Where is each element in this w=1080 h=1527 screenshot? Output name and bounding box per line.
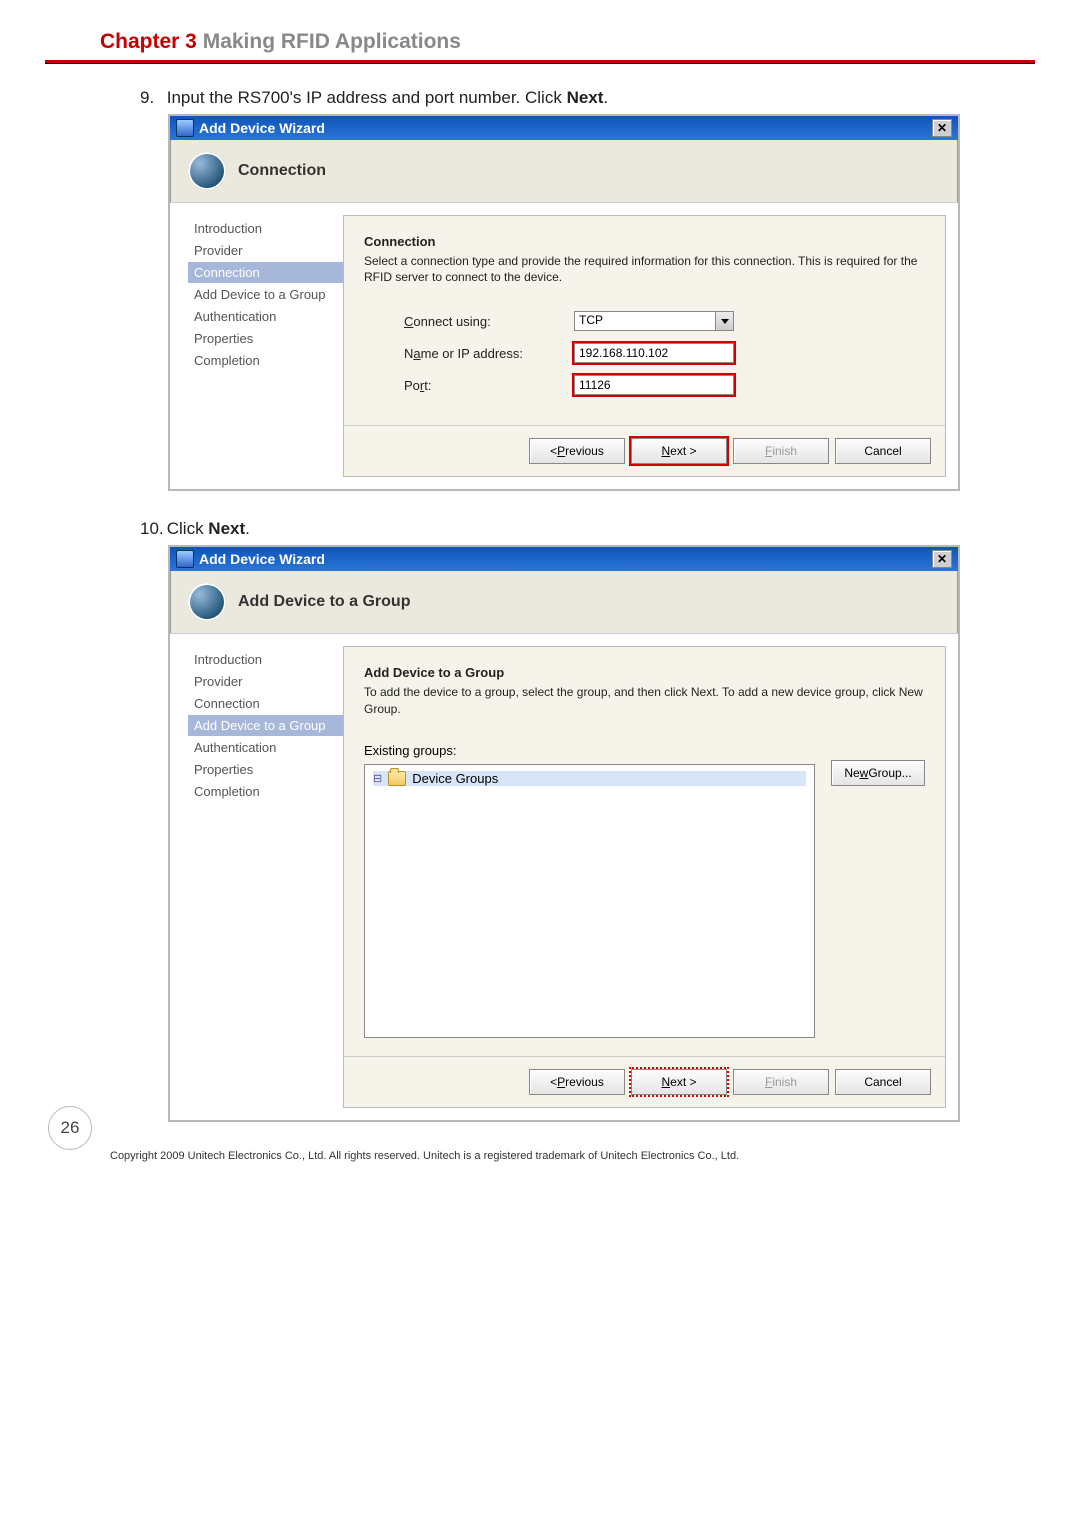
page-number: 26 xyxy=(48,1106,92,1150)
wizard-title: Add Device Wizard xyxy=(199,120,325,136)
step-10-text: 10. Click Next. xyxy=(140,519,1035,539)
finish-button: FinishFinish xyxy=(733,438,829,464)
existing-groups-tree[interactable]: ⊟ Device Groups xyxy=(364,764,815,1038)
step-10-text-a: Click xyxy=(167,519,209,538)
label-port: Port:Port: xyxy=(404,378,574,393)
tree-root-label: Device Groups xyxy=(412,771,498,786)
cancel-button[interactable]: Cancel xyxy=(835,438,931,464)
chapter-label: Chapter 3 xyxy=(100,30,197,53)
nav-item-properties[interactable]: Properties xyxy=(188,759,343,780)
wizard-main: Connection Select a connection type and … xyxy=(343,215,946,477)
chapter-title: Making RFID Applications xyxy=(203,30,461,53)
step-9-bold: Next xyxy=(567,88,604,107)
step-9-text: 9. Input the RS700's IP address and port… xyxy=(140,88,1035,108)
chevron-down-icon[interactable] xyxy=(715,312,733,330)
wizard-header-title: Add Device to a Group xyxy=(238,593,410,611)
wizard-header-title: Connection xyxy=(238,162,326,180)
cancel-button[interactable]: Cancel xyxy=(835,1069,931,1095)
nav-item-add-device[interactable]: Add Device to a Group xyxy=(188,284,343,305)
step-10-bold: Next xyxy=(208,519,245,538)
wizard-nav: Introduction Provider Connection Add Dev… xyxy=(170,203,343,489)
step-9-text-c: . xyxy=(603,88,608,107)
connect-using-value: TCP xyxy=(579,313,603,327)
wizard-connection: Add Device Wizard ✕ Connection Introduct… xyxy=(168,114,960,491)
step-9-text-a: Input the RS700's IP address and port nu… xyxy=(167,88,567,107)
wizard-titlebar: Add Device Wizard ✕ xyxy=(170,547,958,571)
label-existing-groups: Existing groups:Existing groups: xyxy=(364,743,925,758)
nav-item-completion[interactable]: Completion xyxy=(188,781,343,802)
nav-item-completion[interactable]: Completion xyxy=(188,350,343,371)
nav-item-connection[interactable]: Connection xyxy=(188,693,343,714)
close-icon[interactable]: ✕ xyxy=(932,550,952,568)
port-input[interactable] xyxy=(574,375,734,395)
connect-using-select[interactable]: TCP xyxy=(574,311,734,331)
wizard-button-row: < Previous< Previous Next >Next > Finish… xyxy=(344,425,945,476)
cancel-button-label: Cancel xyxy=(864,1075,901,1089)
tree-root-item[interactable]: ⊟ Device Groups xyxy=(373,771,806,786)
nav-item-provider[interactable]: Provider xyxy=(188,240,343,261)
wizard-add-device-group: Add Device Wizard ✕ Add Device to a Grou… xyxy=(168,545,960,1121)
wizard-header: Connection xyxy=(170,140,958,203)
ip-address-input[interactable] xyxy=(574,343,734,363)
copyright-text: Copyright 2009 Unitech Electronics Co., … xyxy=(110,1150,1020,1162)
cancel-button-label: Cancel xyxy=(864,444,901,458)
nav-item-add-device[interactable]: Add Device to a Group xyxy=(188,715,343,736)
wizard-header: Add Device to a Group xyxy=(170,571,958,634)
finish-button: FinishFinish xyxy=(733,1069,829,1095)
label-connect-using: CConnect using:onnect using: xyxy=(404,314,574,329)
wizard-nav: Introduction Provider Connection Add Dev… xyxy=(170,634,343,1119)
nav-item-introduction[interactable]: Introduction xyxy=(188,218,343,239)
new-group-button[interactable]: New Group...New Group... xyxy=(831,760,925,786)
section-title: Add Device to a Group xyxy=(364,665,925,680)
nav-item-properties[interactable]: Properties xyxy=(188,328,343,349)
previous-button[interactable]: < Previous< Previous xyxy=(529,1069,625,1095)
wizard-titlebar-icon xyxy=(176,550,194,568)
step-10-text-c: . xyxy=(245,519,250,538)
next-button[interactable]: Next >Next > xyxy=(631,438,727,464)
chapter-header: Chapter 3 Making RFID Applications xyxy=(100,30,1035,54)
close-icon[interactable]: ✕ xyxy=(932,119,952,137)
step-10-num: 10. xyxy=(140,519,162,539)
section-desc: Select a connection type and provide the… xyxy=(364,253,925,285)
nav-item-authentication[interactable]: Authentication xyxy=(188,737,343,758)
wizard-titlebar-icon xyxy=(176,119,194,137)
section-desc: To add the device to a group, select the… xyxy=(364,684,925,716)
step-10: 10. Click Next. xyxy=(0,519,1035,539)
wizard-header-icon xyxy=(188,152,226,190)
document-page: Chapter 3 Making RFID Applications 9. In… xyxy=(0,0,1080,1182)
expand-icon[interactable]: ⊟ xyxy=(373,772,382,785)
step-9: 9. Input the RS700's IP address and port… xyxy=(0,88,1035,108)
wizard-titlebar: Add Device Wizard ✕ xyxy=(170,116,958,140)
wizard-header-icon xyxy=(188,583,226,621)
section-title: Connection xyxy=(364,234,925,249)
next-button[interactable]: Next >Next > xyxy=(631,1069,727,1095)
nav-item-introduction[interactable]: Introduction xyxy=(188,649,343,670)
wizard-title: Add Device Wizard xyxy=(199,551,325,567)
label-ip: Name or IP address:Name or IP address: xyxy=(404,346,574,361)
wizard-button-row: < Previous< Previous Next >Next > Finish… xyxy=(344,1056,945,1107)
wizard-main: Add Device to a Group To add the device … xyxy=(343,646,946,1107)
nav-item-connection[interactable]: Connection xyxy=(188,262,343,283)
step-9-num: 9. xyxy=(140,88,162,108)
thin-rule xyxy=(45,63,1035,64)
nav-item-authentication[interactable]: Authentication xyxy=(188,306,343,327)
previous-button[interactable]: < Previous< Previous xyxy=(529,438,625,464)
folder-icon xyxy=(388,771,406,786)
nav-item-provider[interactable]: Provider xyxy=(188,671,343,692)
